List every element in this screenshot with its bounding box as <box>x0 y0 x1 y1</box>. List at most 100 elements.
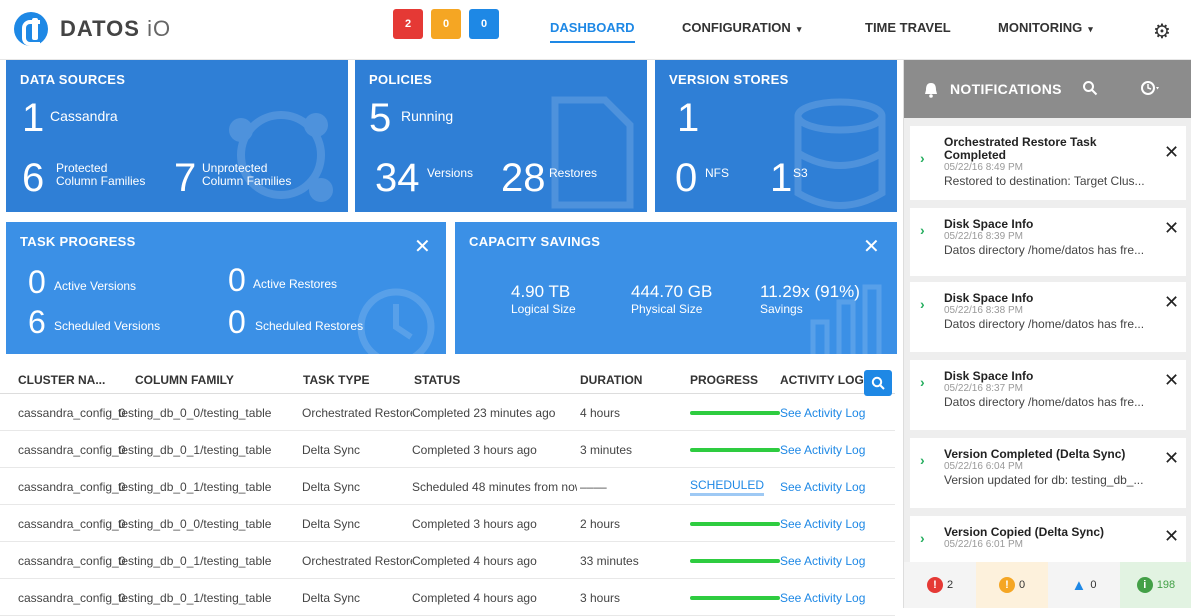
active-restores-count: 0 <box>228 262 246 298</box>
notification-time: 05/22/16 8:39 PM <box>944 231 1023 242</box>
logo[interactable]: DATOS iO <box>14 12 171 46</box>
gear-icon[interactable]: ⚙ <box>1153 19 1171 44</box>
version-stores-tile[interactable]: VERSION STORES 1 0 NFS 1 S3 <box>655 60 897 212</box>
chevron-right-icon[interactable]: › <box>920 530 925 546</box>
active-versions-count: 0 <box>28 264 46 300</box>
close-icon[interactable]: ✕ <box>1164 370 1179 391</box>
table-row[interactable]: cassandra_config_0 testing_db_0_1/testing… <box>0 542 895 579</box>
close-icon[interactable]: ✕ <box>1164 448 1179 469</box>
capacity-savings-tile[interactable]: CAPACITY SAVINGS ✕ 4.90 TB Logical Size … <box>455 222 897 354</box>
task-progress-title: TASK PROGRESS <box>20 234 136 249</box>
notification-title: Version Completed (Delta Sync) <box>944 447 1126 461</box>
table-row[interactable]: cassandra_config_0 testing_db_0_0/testing… <box>0 505 895 542</box>
chevron-right-icon[interactable]: › <box>920 452 925 468</box>
nav-configuration-label: CONFIGURATION <box>682 20 791 35</box>
info-count-badge[interactable]: 0 <box>469 9 499 39</box>
logo-text: DATOS iO <box>60 16 171 42</box>
col-status[interactable]: STATUS <box>414 373 460 387</box>
chevron-right-icon[interactable]: › <box>920 296 925 312</box>
logo-suffix: iO <box>147 16 172 41</box>
cell-duration: 3 minutes <box>580 443 633 457</box>
see-activity-log-link[interactable]: See Activity Log <box>780 406 865 420</box>
search-icon[interactable] <box>1082 80 1098 96</box>
col-duration[interactable]: DURATION <box>580 373 642 387</box>
cell-duration: 33 minutes <box>580 554 639 568</box>
task-progress-tile[interactable]: TASK PROGRESS ✕ 0 Active Versions 0 Acti… <box>6 222 446 354</box>
database-icon <box>794 98 886 209</box>
notification-card[interactable]: › Disk Space Info 05/22/16 8:38 PM Datos di… <box>910 282 1186 352</box>
cell-duration: –––– <box>580 480 607 494</box>
col-column-family[interactable]: COLUMN FAMILY <box>135 373 234 387</box>
notification-card[interactable]: › Orchestrated Restore Task Completed 05/2… <box>910 126 1186 200</box>
col-cluster-name[interactable]: CLUSTER NA... <box>18 373 105 387</box>
col-activity-log[interactable]: ACTIVITY LOG <box>780 373 864 387</box>
notification-message: Datos directory /home/datos has fre... <box>944 243 1145 257</box>
search-icon <box>871 376 885 390</box>
progress-bar <box>690 522 780 526</box>
progress-bar <box>690 411 780 415</box>
see-activity-log-link[interactable]: See Activity Log <box>780 517 865 531</box>
close-icon[interactable]: ✕ <box>1164 526 1179 547</box>
notification-message: Datos directory /home/datos has fre... <box>944 317 1145 331</box>
see-activity-log-link[interactable]: See Activity Log <box>780 480 865 494</box>
close-icon[interactable]: ✕ <box>1164 142 1179 163</box>
nav-configuration[interactable]: CONFIGURATION ▾ <box>682 20 801 35</box>
data-sources-tile[interactable]: DATA SOURCES 1 Cassandra 6 Protected Col… <box>6 60 348 212</box>
nav-monitoring-label: MONITORING <box>998 20 1083 35</box>
notification-title: Disk Space Info <box>944 291 1034 305</box>
cell-task-type: Orchestrated Restore <box>302 554 412 568</box>
see-activity-log-link[interactable]: See Activity Log <box>780 443 865 457</box>
cell-duration: 4 hours <box>580 406 621 420</box>
cell-status: Scheduled 48 minutes from now <box>412 480 577 494</box>
notification-title: Orchestrated Restore Task Completed <box>944 135 1097 162</box>
policies-count: 5 <box>369 96 392 140</box>
table-row[interactable]: cassandra_config_0 testing_db_0_1/testing… <box>0 579 895 616</box>
s3-count: 1 <box>770 156 793 200</box>
notification-card[interactable]: › Disk Space Info 05/22/16 8:39 PM Datos di… <box>910 208 1186 276</box>
table-row[interactable]: cassandra_config_0 testing_db_0_0/testing… <box>0 394 895 431</box>
data-sources-label: Cassandra <box>50 108 118 124</box>
chevron-right-icon[interactable]: › <box>920 222 925 238</box>
col-progress[interactable]: PROGRESS <box>690 373 758 387</box>
scheduled-versions-count: 6 <box>28 304 46 340</box>
nav-time-travel[interactable]: TIME TRAVEL <box>865 20 951 35</box>
nav-monitoring[interactable]: MONITORING ▾ <box>998 20 1093 35</box>
notification-card[interactable]: › Version Copied (Delta Sync) 05/22/16 6:0… <box>910 516 1186 564</box>
chevron-right-icon[interactable]: › <box>920 150 925 166</box>
policies-tile[interactable]: POLICIES 5 Running 34 Versions 28 Restor… <box>355 60 647 212</box>
versions-label: Versions <box>427 166 474 180</box>
info-count[interactable]: i 198 <box>1120 562 1191 608</box>
warning-count[interactable]: ! 0 <box>976 562 1048 608</box>
notification-title: Disk Space Info <box>944 369 1034 383</box>
close-icon[interactable]: ✕ <box>1164 292 1179 313</box>
nav-dashboard[interactable]: DASHBOARD <box>550 20 635 43</box>
col-task-type[interactable]: TASK TYPE <box>303 373 369 387</box>
alert-count[interactable]: ▲ 0 <box>1048 562 1120 608</box>
error-count-badge[interactable]: 2 <box>393 9 423 39</box>
close-icon[interactable]: ✕ <box>1164 218 1179 239</box>
scheduled-restores-count: 0 <box>228 304 246 340</box>
table-row[interactable]: cassandra_config_0 testing_db_0_1/testing… <box>0 431 895 468</box>
cell-column-family: testing_db_0_0/testing_table <box>118 406 272 420</box>
s3-label: S3 <box>793 166 808 180</box>
error-count[interactable]: ! 2 <box>904 562 976 608</box>
table-row[interactable]: cassandra_config_0 testing_db_0_1/testing… <box>0 468 895 505</box>
close-icon[interactable]: ✕ <box>863 234 880 259</box>
notification-card[interactable]: › Version Completed (Delta Sync) 05/22/16 … <box>910 438 1186 508</box>
history-clock-icon[interactable] <box>1140 80 1162 96</box>
notification-card[interactable]: › Disk Space Info 05/22/16 8:37 PM Datos di… <box>910 360 1186 430</box>
data-sources-count: 1 <box>22 96 45 140</box>
see-activity-log-link[interactable]: See Activity Log <box>780 554 865 568</box>
cell-column-family: testing_db_0_1/testing_table <box>118 480 272 494</box>
cell-status: Completed 4 hours ago <box>412 554 537 568</box>
cell-status: Completed 3 hours ago <box>412 443 537 457</box>
warning-icon: ! <box>998 577 1015 593</box>
chevron-right-icon[interactable]: › <box>920 374 925 390</box>
progress-scheduled-label: SCHEDULED <box>690 478 765 496</box>
see-activity-log-link[interactable]: See Activity Log <box>780 591 865 605</box>
table-search-button[interactable] <box>864 370 892 396</box>
info-count-value: 198 <box>1156 579 1176 591</box>
warning-count-badge[interactable]: 0 <box>431 9 461 39</box>
close-icon[interactable]: ✕ <box>414 234 431 259</box>
progress-bar <box>690 596 780 600</box>
